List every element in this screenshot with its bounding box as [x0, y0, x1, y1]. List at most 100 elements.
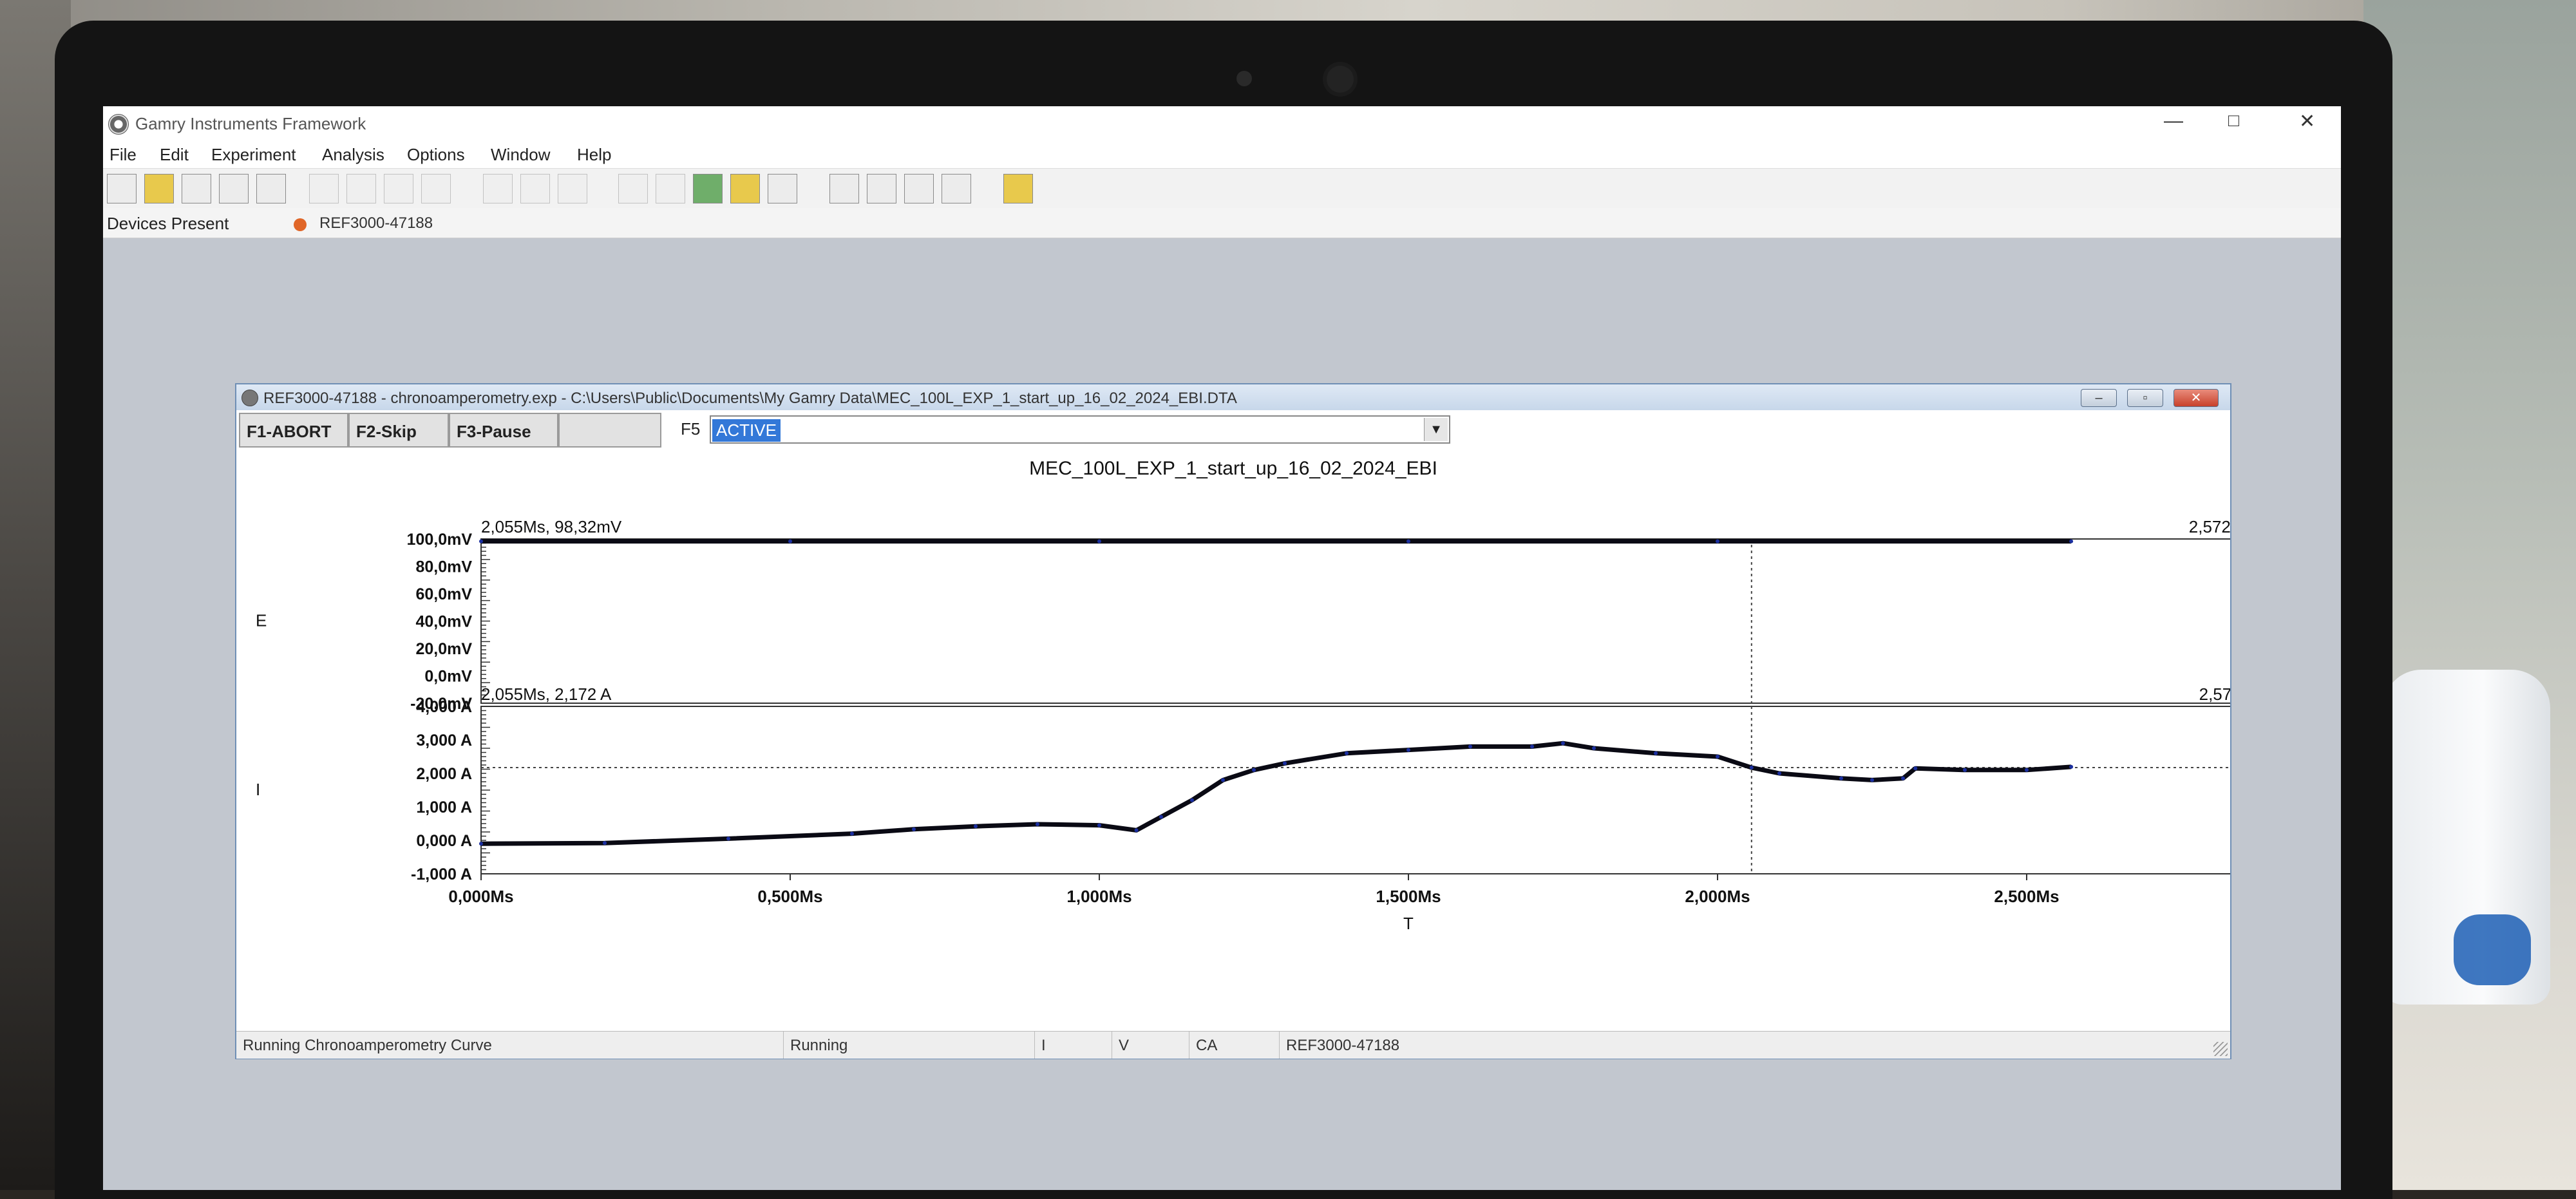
open-folder-icon[interactable] — [144, 174, 174, 203]
y-tick-label: 40,0mV — [415, 613, 472, 631]
cursor-add-icon[interactable] — [520, 174, 550, 203]
layout-icon[interactable] — [829, 174, 859, 203]
fit-line-icon[interactable] — [618, 174, 648, 203]
data-point — [1097, 539, 1101, 543]
data-point — [1134, 828, 1139, 833]
cursor-left-readout: 2,055Ms, 98,32mV — [481, 517, 622, 536]
overlay-icon[interactable] — [942, 174, 971, 203]
y-tick-label: 20,0mV — [415, 640, 472, 658]
cut-icon[interactable] — [309, 174, 339, 203]
split-vertical-icon[interactable] — [867, 174, 896, 203]
data-point — [1963, 768, 1967, 772]
data-point — [479, 842, 483, 846]
data-point — [1159, 815, 1163, 819]
help-icon[interactable] — [1003, 174, 1033, 203]
status-message: Running Chronoamperometry Curve — [236, 1032, 784, 1059]
data-point — [788, 539, 792, 543]
print-icon[interactable] — [256, 174, 286, 203]
y-axis-label: I — [256, 780, 260, 799]
cursor-left-readout: 2,055Ms, 2,172 A — [481, 684, 612, 704]
data-point — [2069, 764, 2074, 769]
marker-icon[interactable] — [768, 174, 797, 203]
save-icon[interactable] — [182, 174, 211, 203]
data-point — [974, 824, 978, 829]
app-titlebar: Gamry Instruments Framework — □ ✕ — [103, 106, 2341, 140]
camera-sensor — [1236, 71, 1252, 86]
toolbar — [103, 168, 2341, 209]
cursor-right-readout: 2,572Ms, 98,31mV — [2189, 517, 2230, 536]
data-point — [1221, 778, 1225, 782]
status-v: V — [1112, 1032, 1189, 1059]
maximize-button[interactable]: □ — [2228, 110, 2239, 131]
status-device: REF3000-47188 — [1286, 1037, 1400, 1054]
data-point — [1716, 539, 1719, 543]
y-tick-label: 0,000 A — [416, 832, 472, 850]
y-axis-label: E — [256, 611, 267, 630]
screen: Gamry Instruments Framework — □ ✕ File E… — [103, 106, 2341, 1190]
data-point — [1913, 766, 1918, 771]
data-point — [1870, 778, 1874, 782]
y-tick-label: 2,000 A — [416, 765, 472, 783]
data-point — [1716, 755, 1719, 759]
menu-options[interactable]: Options — [407, 145, 465, 165]
x-tick-label: 0,000Ms — [448, 887, 513, 906]
x-tick-label: 0,500Ms — [757, 887, 822, 906]
menu-file[interactable]: File — [109, 145, 137, 165]
menu-experiment[interactable]: Experiment — [211, 145, 296, 165]
device-name[interactable]: REF3000-47188 — [319, 214, 433, 232]
cursor-icon[interactable] — [483, 174, 513, 203]
data-point — [1190, 798, 1194, 802]
status-i: I — [1035, 1032, 1112, 1059]
copy-icon[interactable] — [346, 174, 376, 203]
close-button[interactable]: ✕ — [2299, 110, 2315, 133]
menu-help[interactable]: Help — [577, 145, 611, 165]
cursor-remove-icon[interactable] — [558, 174, 587, 203]
data-point — [1530, 744, 1534, 749]
split-horizontal-icon[interactable] — [904, 174, 934, 203]
devices-bar: Devices Present REF3000-47188 — [103, 208, 2341, 238]
device-status-icon — [294, 218, 307, 231]
app-title: Gamry Instruments Framework — [135, 114, 366, 133]
data-point — [1345, 751, 1349, 755]
new-icon[interactable] — [107, 174, 137, 203]
cursor-right-readout: 2,572Ms, 2,195 A — [2199, 684, 2230, 704]
x-tick-label: 2,500Ms — [1994, 887, 2059, 906]
data-point — [850, 831, 854, 836]
chart-icon[interactable] — [693, 174, 723, 203]
y-tick-label: 1,000 A — [416, 798, 472, 817]
data-point — [1654, 751, 1658, 755]
status-mode: CA — [1189, 1032, 1280, 1059]
data-point — [1561, 741, 1565, 746]
data-point — [1406, 539, 1410, 543]
save-all-icon[interactable] — [219, 174, 249, 203]
data-point — [1036, 822, 1039, 827]
data-point — [479, 539, 483, 543]
data-point — [912, 827, 916, 831]
measure-icon[interactable] — [656, 174, 685, 203]
data-point — [1406, 748, 1410, 752]
menu-bar: File Edit Experiment Analysis Options Wi… — [103, 140, 2341, 168]
menu-edit[interactable]: Edit — [160, 145, 189, 165]
status-state: Running — [784, 1032, 1035, 1059]
y-tick-label: 3,000 A — [416, 732, 472, 750]
chart-yellow-icon[interactable] — [730, 174, 760, 203]
data-point — [1097, 823, 1101, 827]
plot-frame-1 — [480, 706, 2230, 874]
resize-grip-icon[interactable] — [2213, 1042, 2228, 1056]
data-point — [1283, 761, 1287, 766]
status-bar: Running Chronoamperometry Curve Running … — [236, 1031, 2230, 1059]
data-point — [2069, 539, 2074, 543]
menu-window[interactable]: Window — [491, 145, 550, 165]
y-tick-label: 100,0mV — [407, 531, 473, 549]
chart-area: 100,0mV80,0mV60,0mV40,0mV20,0mV0,0mV-20,… — [256, 517, 2230, 933]
x-tick-label: 1,000Ms — [1066, 887, 1132, 906]
undo-icon[interactable] — [421, 174, 451, 203]
devices-label: Devices Present — [107, 214, 229, 233]
minimize-button[interactable]: — — [2164, 110, 2183, 132]
data-point — [726, 836, 730, 841]
x-axis-label: T — [1403, 914, 1414, 933]
menu-analysis[interactable]: Analysis — [322, 145, 384, 165]
x-tick-label: 2,000Ms — [1685, 887, 1750, 906]
plot-frame-0 — [480, 538, 2230, 704]
paste-icon[interactable] — [384, 174, 413, 203]
